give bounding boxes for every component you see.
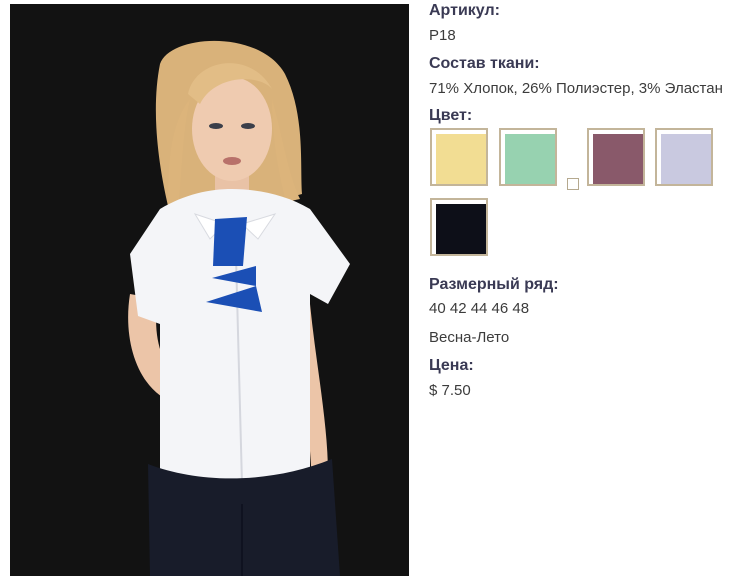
model-illustration bbox=[10, 4, 409, 576]
color-swatch-small[interactable] bbox=[567, 178, 579, 190]
swatch-fill bbox=[505, 134, 555, 184]
price-label: Цена: bbox=[429, 357, 474, 374]
swatch-fill bbox=[436, 204, 486, 254]
swatch-fill bbox=[436, 134, 486, 184]
product-page: Артикул: P18 Состав ткани: 71% Хлопок, 2… bbox=[0, 0, 754, 578]
color-swatch-plum[interactable] bbox=[587, 128, 645, 186]
color-label: Цвет: bbox=[429, 107, 473, 124]
sizes-label: Размерный ряд: bbox=[429, 276, 559, 293]
fabric-label: Состав ткани: bbox=[429, 55, 540, 72]
product-photo bbox=[10, 4, 409, 576]
color-swatch-yellow[interactable] bbox=[430, 128, 488, 186]
color-swatch-green[interactable] bbox=[499, 128, 557, 186]
fabric-value: 71% Хлопок, 26% Полиэстер, 3% Эластан bbox=[429, 80, 723, 97]
article-label: Артикул: bbox=[429, 2, 500, 19]
swatch-fill bbox=[661, 134, 711, 184]
swatch-fill bbox=[593, 134, 643, 184]
article-value: P18 bbox=[429, 27, 456, 44]
color-swatch-lavender[interactable] bbox=[655, 128, 713, 186]
sizes-value: 40 42 44 46 48 bbox=[429, 300, 530, 317]
price-value: $ 7.50 bbox=[429, 382, 471, 399]
season-value: Весна-Лето bbox=[429, 329, 510, 346]
color-swatch-black[interactable] bbox=[430, 198, 488, 256]
